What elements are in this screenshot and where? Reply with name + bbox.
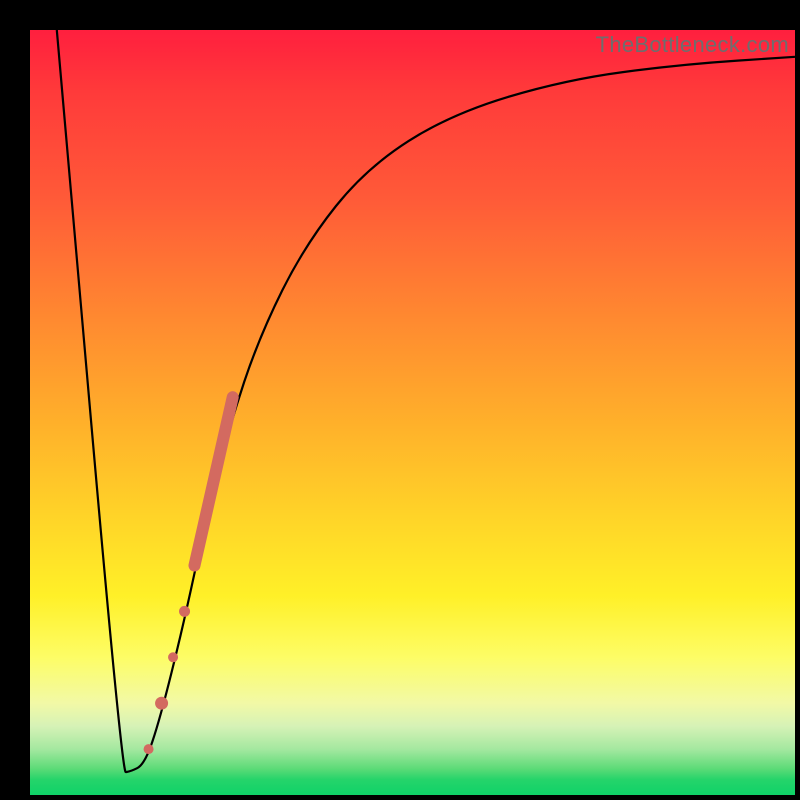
bottleneck-curve	[57, 30, 795, 772]
marker-segment	[194, 397, 232, 565]
marker-dot	[155, 697, 168, 710]
marker-group	[144, 397, 233, 754]
marker-dot	[168, 652, 178, 662]
chart-frame: TheBottleneck.com	[0, 0, 800, 800]
marker-dot	[179, 606, 190, 617]
chart-svg	[30, 30, 795, 795]
plot-area: TheBottleneck.com	[30, 30, 795, 795]
curve-group	[57, 30, 795, 772]
marker-dot	[144, 744, 154, 754]
